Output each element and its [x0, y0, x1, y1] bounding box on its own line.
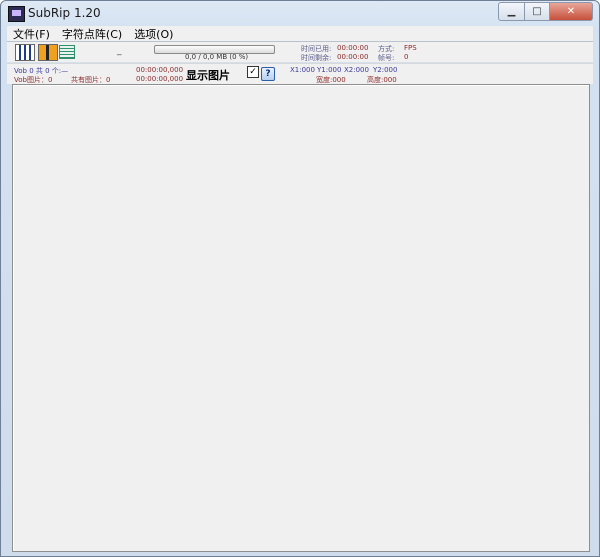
progress-size-text: 0,0 / 0,0 MB (0 %) [185, 53, 249, 61]
y2-text: Y2:000 [373, 66, 398, 74]
time-end-text: 00:00:00,000 [136, 75, 184, 83]
close-button[interactable]: ✕ [550, 2, 593, 21]
mode-value: FPS [404, 44, 417, 52]
caption-buttons: ▁ □ ✕ [498, 2, 593, 21]
y1-text: Y1:000 [317, 66, 342, 74]
menu-file[interactable]: 文件(F) [7, 26, 56, 42]
menu-char-matrix[interactable]: 字符点阵(C) [56, 26, 128, 42]
time-used-value: 00:00:00 [337, 44, 369, 52]
toolbar: _ 0,0 / 0,0 MB (0 %) 时间已用: 00:00:00 时间剩余… [7, 42, 593, 62]
help-button[interactable]: ? [261, 67, 275, 81]
toolbar-dash: _ [117, 46, 122, 56]
show-image-checkbox[interactable]: ✓ [247, 66, 259, 78]
menu-bar: 文件(F) 字符点阵(C) 选项(O) [7, 26, 593, 42]
title-bar[interactable]: SubRip 1.20 ▁ □ ✕ [1, 1, 599, 25]
minimize-button[interactable]: ▁ [498, 2, 525, 21]
frame-value: 0 [404, 53, 409, 61]
frame-label: 帧号: [378, 54, 395, 62]
image-preview-area[interactable] [12, 84, 590, 552]
time-start-text: 00:00:00,000 [136, 66, 184, 74]
app-window: SubRip 1.20 ▁ □ ✕ 文件(F) 字符点阵(C) 选项(O) _ … [0, 0, 600, 557]
x1-text: X1:000 [290, 66, 315, 74]
menu-options[interactable]: 选项(O) [128, 26, 179, 42]
x2-text: X2:000 [344, 66, 369, 74]
split-icon[interactable] [38, 44, 58, 61]
matrix-icon[interactable] [59, 45, 75, 59]
maximize-button[interactable]: □ [525, 2, 550, 21]
app-icon[interactable] [8, 6, 25, 22]
show-image-label: 显示图片 [186, 69, 230, 82]
time-left-value: 00:00:00 [337, 53, 369, 61]
window-title: SubRip 1.20 [28, 6, 101, 20]
vob-icon[interactable] [15, 44, 35, 61]
time-left-label: 时间剩余: [301, 54, 332, 62]
info-bar: Vob 0 共 0 个:— Vob图片：0 共有图片：0 00:00:00,00… [7, 63, 593, 84]
